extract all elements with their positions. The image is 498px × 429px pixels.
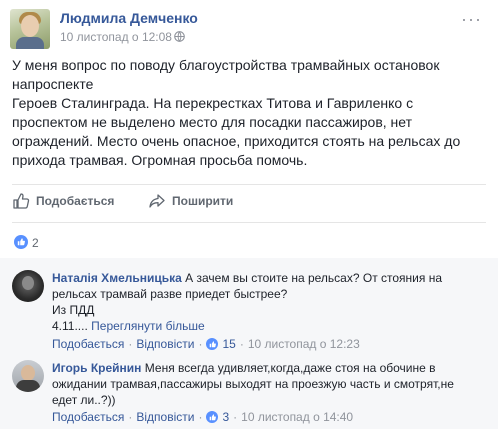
comment-like-count-icon[interactable]	[206, 411, 219, 423]
comment-meta: Подобається · Відповісти · 3 · 10 листоп…	[52, 410, 353, 424]
comment-text-line: едет ли..?))	[52, 393, 116, 407]
comment-text-prefix: 4.11....	[52, 319, 88, 333]
post-text-line: У меня вопрос по поводу благоустройства …	[12, 57, 440, 73]
share-button[interactable]: Поширити	[148, 192, 233, 210]
separator: ·	[233, 410, 238, 424]
comment-like-count[interactable]: 15	[222, 337, 235, 351]
comment-text-line: 4.11.... Переглянути більше	[52, 318, 205, 334]
post-text-line: напроспекте	[12, 76, 94, 92]
share-label: Поширити	[172, 194, 234, 208]
comment-reply-link[interactable]: Відповісти	[136, 337, 194, 351]
divider	[12, 184, 486, 185]
globe-icon	[174, 31, 185, 42]
comment-meta: Подобається · Відповісти · 15 · 10 листо…	[52, 337, 360, 351]
post-text: У меня вопрос по поводу благоустройства …	[12, 56, 482, 170]
post-text-line: прихода трамвая. Огромная просьба помочь…	[12, 152, 308, 168]
comment-like-link[interactable]: Подобається	[52, 410, 124, 424]
post-author-name[interactable]: Людмила Демченко	[60, 10, 198, 26]
separator: ·	[198, 337, 203, 351]
post-text-line: проспектом не выделено место для посадки…	[12, 114, 413, 130]
post-text-line: ограждений. Место очень опасное, приходи…	[12, 133, 461, 149]
comment-like-count[interactable]: 3	[222, 410, 229, 424]
divider	[12, 222, 486, 223]
comment-time[interactable]: 10 листопад о 14:40	[241, 410, 353, 424]
comment-reply-link[interactable]: Відповісти	[136, 410, 194, 424]
like-reaction-icon[interactable]	[14, 235, 28, 249]
comment-text: Меня всегда удивляет,когда,даже стоя на …	[144, 361, 436, 375]
reaction-count[interactable]: 2	[32, 236, 39, 250]
comment-time[interactable]: 10 листопад о 12:23	[248, 337, 360, 351]
post-timestamp[interactable]: 10 листопад о 12:08	[60, 30, 172, 44]
more-options-icon[interactable]: ···	[461, 10, 482, 28]
comment-body: Наталія Хмельницька А зачем вы стоите на…	[52, 270, 442, 286]
comment-author[interactable]: Наталія Хмельницька	[52, 271, 182, 285]
like-label: Подобається	[36, 194, 115, 208]
separator: ·	[128, 410, 133, 424]
comment-like-count-icon[interactable]	[206, 338, 219, 350]
comment-author[interactable]: Игорь Крейнин	[52, 361, 141, 375]
separator: ·	[198, 410, 203, 424]
post-text-line: Героев Сталинграда. На перекрестках Тито…	[12, 95, 414, 111]
see-more-link[interactable]: Переглянути більше	[91, 319, 205, 333]
thumbs-up-icon	[13, 193, 30, 209]
comment-text: А зачем вы стоите на рельсах? От стояния…	[185, 271, 443, 285]
separator: ·	[128, 337, 133, 351]
separator: ·	[239, 337, 244, 351]
commenter-avatar[interactable]	[12, 360, 44, 392]
like-button[interactable]: Подобається	[12, 192, 114, 210]
share-arrow-icon	[149, 194, 165, 208]
commenter-avatar[interactable]	[12, 270, 44, 302]
comment-text-line: ожидании трамвая,пассажиры выходят на пр…	[52, 377, 454, 391]
comment-like-link[interactable]: Подобається	[52, 337, 124, 351]
comment-text-line: рельсах трамвай разве приедет быстрее?	[52, 287, 288, 301]
comment-text-line: Из ПДД	[52, 303, 95, 317]
comment-body: Игорь Крейнин Меня всегда удивляет,когда…	[52, 360, 436, 376]
author-avatar[interactable]	[10, 9, 50, 49]
